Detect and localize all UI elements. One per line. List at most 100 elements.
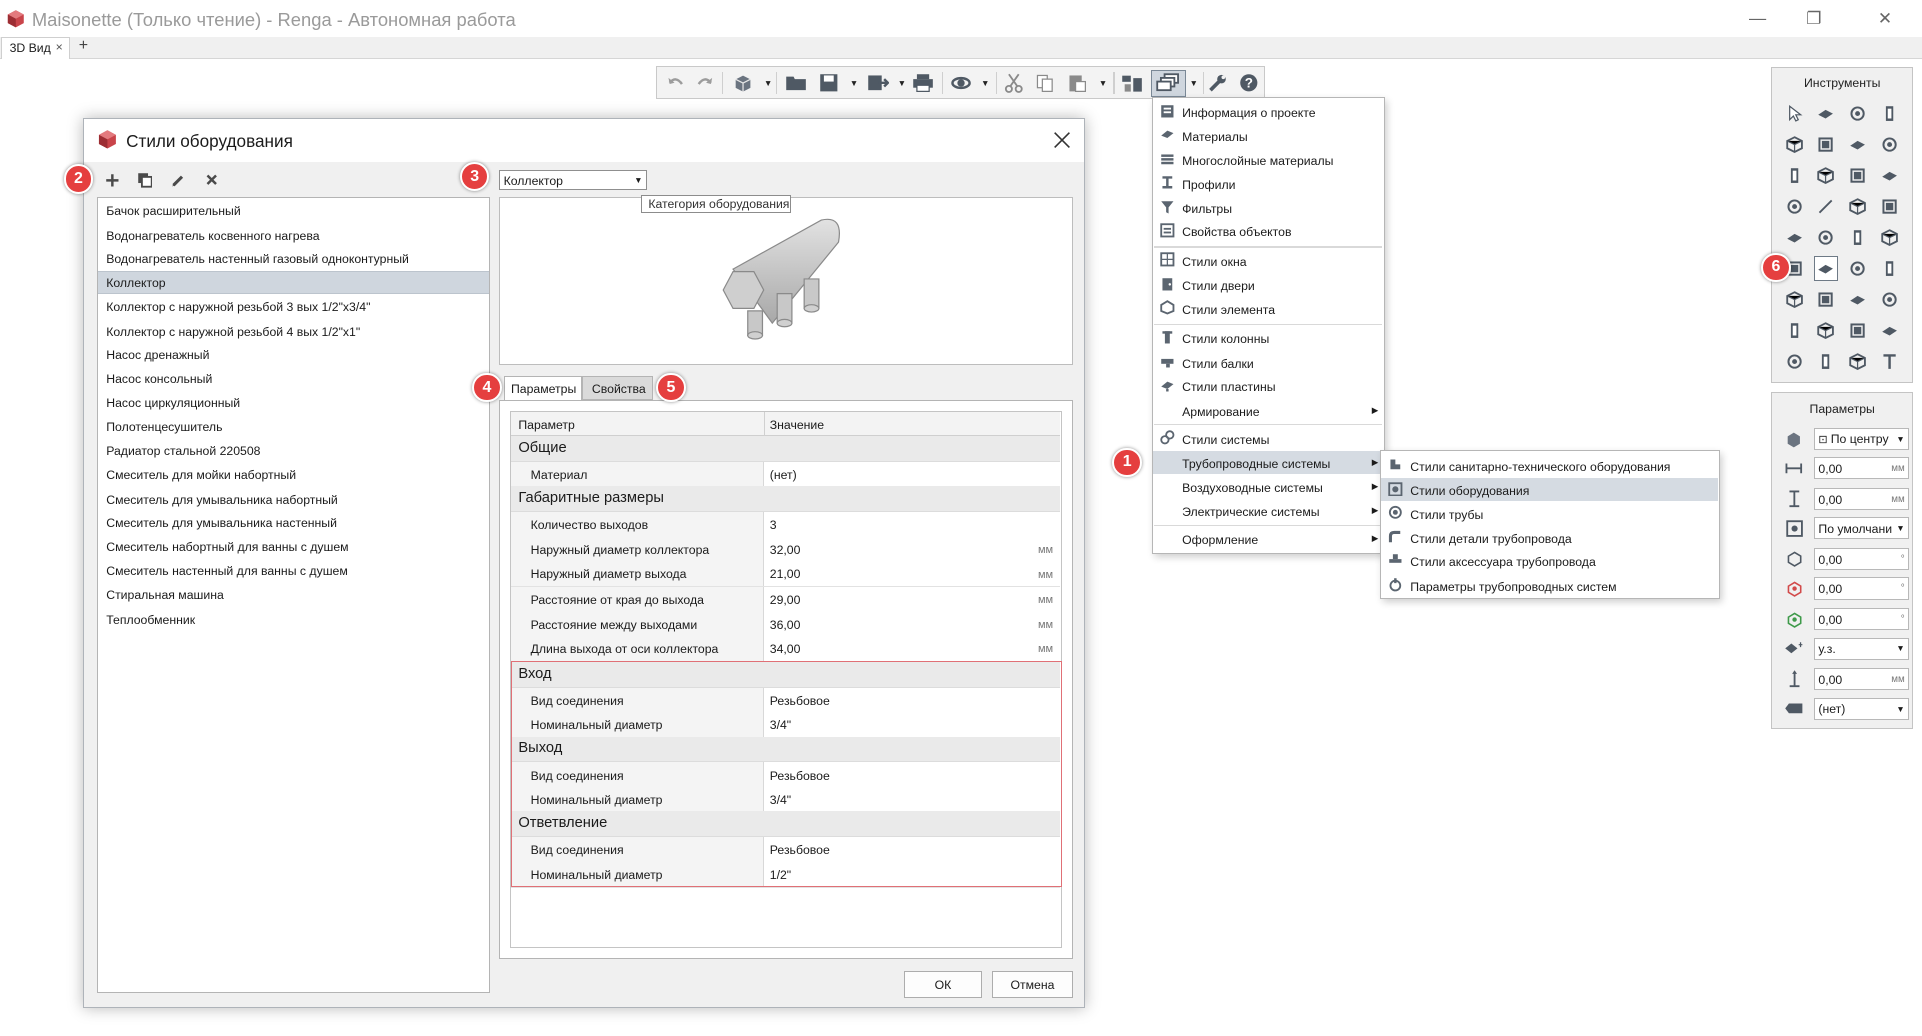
dimension-icon[interactable] bbox=[1782, 349, 1807, 374]
pipe-icon[interactable] bbox=[1878, 225, 1903, 250]
sanitary-icon[interactable] bbox=[1782, 225, 1807, 250]
param-value[interactable]: 34,00 bbox=[770, 642, 801, 656]
open-folder-icon[interactable] bbox=[784, 71, 809, 96]
close-icon[interactable] bbox=[1051, 129, 1073, 151]
row-outlet-length[interactable]: Длина выхода от оси коллектора 34,00 мм bbox=[510, 636, 1061, 662]
select-icon[interactable] bbox=[1782, 102, 1807, 127]
level-icon[interactable] bbox=[1782, 318, 1807, 343]
valve-icon[interactable] bbox=[1846, 225, 1871, 250]
minimize-button[interactable]: — bbox=[1729, 0, 1785, 37]
menu-item-electric-systems[interactable]: Электрические системы ▶ bbox=[1153, 499, 1384, 522]
railing-icon[interactable] bbox=[1782, 194, 1807, 219]
menu-item-door-styles[interactable]: Стили двери bbox=[1153, 273, 1384, 296]
menu-item-object-properties[interactable]: Свойства объектов bbox=[1153, 219, 1384, 242]
close-window-button[interactable]: ✕ bbox=[1857, 0, 1913, 37]
menu-item-window-styles[interactable]: Стили окна bbox=[1153, 249, 1384, 272]
menu-item-design[interactable]: Оформление ▶ bbox=[1153, 527, 1384, 550]
cut-icon[interactable] bbox=[1002, 71, 1027, 96]
redo-icon[interactable] bbox=[693, 71, 718, 96]
window-icon[interactable] bbox=[1878, 163, 1903, 188]
element-icon[interactable] bbox=[1814, 318, 1839, 343]
duct-fitting-icon[interactable] bbox=[1878, 256, 1903, 281]
layers-icon[interactable] bbox=[1120, 71, 1145, 96]
styles-icon[interactable] bbox=[1151, 69, 1186, 97]
print-icon[interactable] bbox=[911, 71, 936, 96]
column-icon[interactable] bbox=[1878, 102, 1903, 127]
dropdown-arrow-icon[interactable]: ▼ bbox=[850, 78, 859, 88]
opening-icon[interactable] bbox=[1878, 194, 1903, 219]
list-item[interactable]: Насос циркуляционный bbox=[98, 391, 489, 414]
duct-icon[interactable] bbox=[1846, 256, 1871, 281]
menu-item-filters[interactable]: Фильтры bbox=[1153, 196, 1384, 219]
hatch-icon[interactable] bbox=[1846, 349, 1871, 374]
add-icon[interactable] bbox=[103, 170, 123, 190]
ok-button[interactable]: ОК bbox=[903, 971, 983, 999]
x-input[interactable]: 0,00 мм bbox=[1813, 457, 1910, 480]
param-value[interactable]: 29,00 bbox=[770, 593, 801, 607]
beam-icon[interactable] bbox=[1878, 132, 1903, 157]
assembly-icon[interactable] bbox=[1846, 318, 1871, 343]
param-value[interactable]: (нет) bbox=[770, 468, 797, 482]
line-icon[interactable] bbox=[1814, 194, 1839, 219]
submenu-item-sanitary-equipment[interactable]: Стили санитарно-технического оборудовани… bbox=[1381, 454, 1718, 477]
tab-close-icon[interactable]: × bbox=[56, 40, 63, 54]
align-select[interactable]: По умолчани ▼ bbox=[1813, 517, 1910, 540]
row-outlets[interactable]: Количество выходов 3 bbox=[510, 512, 1061, 538]
3d-view-icon[interactable] bbox=[731, 71, 756, 96]
list-item[interactable]: Теплообменник bbox=[98, 608, 489, 631]
add-tab-button[interactable]: + bbox=[75, 38, 92, 56]
orbit-icon[interactable] bbox=[949, 71, 974, 96]
rot1-input[interactable]: 0,00 ° bbox=[1813, 548, 1910, 571]
row-edge-distance[interactable]: Расстояние от края до выхода 29,00 мм bbox=[510, 587, 1061, 613]
rebar-icon[interactable] bbox=[1878, 318, 1903, 343]
row-material[interactable]: Материал (нет) bbox=[510, 461, 1061, 488]
stairs-icon[interactable] bbox=[1782, 163, 1807, 188]
room-icon[interactable] bbox=[1846, 194, 1871, 219]
export-icon[interactable] bbox=[866, 71, 891, 96]
equipment-styles-icon[interactable] bbox=[1813, 256, 1839, 281]
list-item[interactable]: Радиатор стальной 220508 bbox=[98, 439, 489, 462]
text-icon[interactable] bbox=[1878, 349, 1903, 374]
paste-icon[interactable] bbox=[1064, 71, 1089, 96]
roof-icon[interactable] bbox=[1814, 132, 1839, 157]
list-item-selected[interactable]: Коллектор bbox=[97, 270, 489, 294]
dropdown-arrow-icon[interactable]: ▼ bbox=[1189, 78, 1198, 88]
category-select[interactable]: Коллектор ▼ bbox=[498, 170, 648, 190]
menu-item-air-systems[interactable]: Воздуховодные системы ▶ bbox=[1153, 474, 1384, 497]
menu-item-column-styles[interactable]: Стили колонны bbox=[1153, 326, 1384, 349]
submenu-item-pipe-accessory-styles[interactable]: Стили аксессуара трубопровода bbox=[1381, 549, 1718, 572]
tab-parameters[interactable]: Параметры bbox=[503, 376, 583, 401]
ramp-icon[interactable] bbox=[1814, 163, 1839, 188]
list-item[interactable]: Полотенцесушитель bbox=[98, 415, 489, 438]
row-collector-diameter[interactable]: Наружный диаметр коллектора 32,00 мм bbox=[510, 536, 1061, 563]
menu-item-system-styles[interactable]: Стили системы bbox=[1153, 427, 1384, 450]
menu-item-pipe-systems[interactable]: Трубопроводные системы ▶ bbox=[1152, 451, 1384, 475]
duplicate-icon[interactable] bbox=[135, 170, 155, 190]
list-item[interactable]: Водонагреватель косвенного нагрева bbox=[98, 224, 489, 247]
list-item[interactable]: Насос консольный bbox=[98, 367, 489, 390]
move-icon[interactable] bbox=[1814, 102, 1839, 127]
tab-properties[interactable]: Свойства bbox=[582, 376, 654, 400]
dropdown-arrow-icon[interactable]: ▼ bbox=[981, 78, 990, 88]
submenu-item-pipe-fitting-styles[interactable]: Стили детали трубопровода bbox=[1381, 526, 1718, 549]
settings-wrench-icon[interactable] bbox=[1205, 71, 1230, 96]
cancel-button[interactable]: Отмена bbox=[992, 971, 1073, 999]
param-value[interactable]: 32,00 bbox=[770, 543, 801, 557]
help-icon[interactable]: ? bbox=[1236, 71, 1261, 96]
submenu-item-pipe-system-params[interactable]: Параметры трубопроводных систем bbox=[1381, 574, 1718, 597]
door-icon[interactable] bbox=[1846, 163, 1871, 188]
list-item[interactable]: Смеситель настенный для ванны с душем bbox=[98, 559, 489, 582]
menu-item-project-info[interactable]: Информация о проекте bbox=[1153, 100, 1384, 123]
save-icon[interactable] bbox=[817, 71, 842, 96]
list-item[interactable]: Стиральная машина bbox=[98, 583, 489, 606]
delete-icon[interactable] bbox=[202, 170, 222, 190]
electric-icon[interactable] bbox=[1782, 287, 1807, 312]
offset-input[interactable]: 0,00 мм bbox=[1813, 668, 1910, 691]
maximize-button[interactable]: ❐ bbox=[1786, 0, 1842, 37]
undo-icon[interactable] bbox=[663, 71, 688, 96]
list-item[interactable]: Водонагреватель настенный газовый одноко… bbox=[98, 247, 489, 270]
anchor-select[interactable]: ⊡ По центру ▼ bbox=[1813, 427, 1910, 450]
param-value[interactable]: 21,00 bbox=[770, 567, 801, 581]
dropdown-arrow-icon[interactable]: ▼ bbox=[764, 78, 773, 88]
lamp-icon[interactable] bbox=[1814, 287, 1839, 312]
